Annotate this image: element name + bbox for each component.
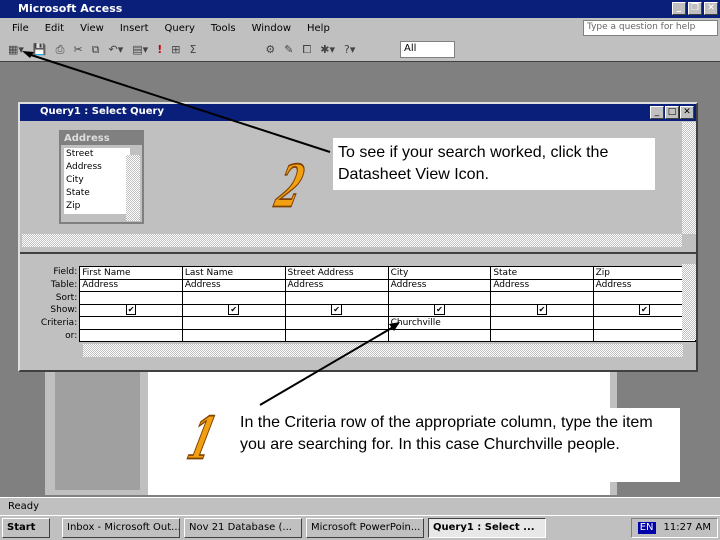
taskbar-button[interactable]: Inbox - Microsoft Out... <box>62 518 180 538</box>
status-bar: Ready <box>0 497 720 515</box>
taskbar-button[interactable]: Nov 21 Database (... <box>184 518 302 538</box>
start-button[interactable]: Start <box>2 518 50 538</box>
language-indicator[interactable]: EN <box>637 522 656 534</box>
pointer-arrows <box>22 51 400 406</box>
clock: 11:27 AM <box>663 522 711 533</box>
arrow-to-datasheet-icon <box>27 53 331 153</box>
taskbar-button[interactable]: Microsoft PowerPoin... <box>306 518 424 538</box>
arrow-to-criteria <box>259 325 396 406</box>
taskbar: Start Inbox - Microsoft Out... Nov 21 Dat… <box>0 515 720 540</box>
system-tray: EN 11:27 AM <box>630 518 718 538</box>
taskbar-button[interactable]: Query1 : Select ... <box>428 518 546 538</box>
